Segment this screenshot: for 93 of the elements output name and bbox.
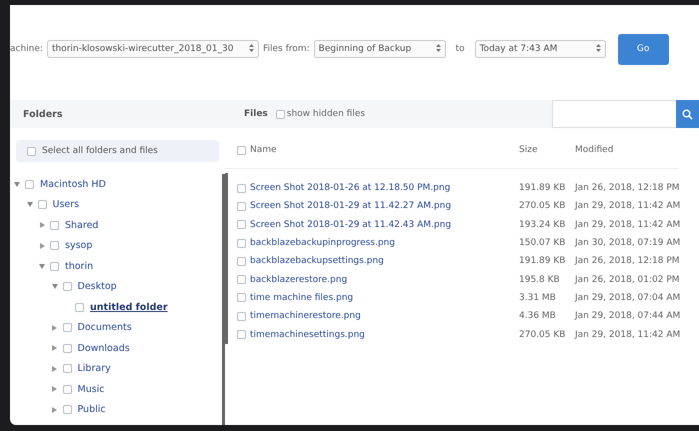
column-header[interactable]: Modified	[575, 145, 679, 155]
folder-name[interactable]: untitled folder	[90, 302, 168, 313]
checkbox[interactable]	[237, 238, 246, 248]
field-label: to	[456, 44, 465, 54]
stepper-icon	[436, 44, 441, 54]
file-size: 193.24 KB	[519, 220, 566, 230]
file-name[interactable]: Screen Shot 2018-01-29 at 11.42.27 AM.png	[250, 201, 519, 212]
modified-date: Jan 29, 2018, 07:44 AM	[575, 311, 682, 322]
field-label: Files from:	[262, 44, 310, 54]
search-icon	[682, 108, 693, 120]
search-field[interactable]	[552, 100, 676, 128]
checkbox[interactable]	[237, 184, 246, 193]
folder-name[interactable]: thorin	[65, 260, 94, 272]
panel-title: Folders	[23, 108, 64, 120]
checkbox[interactable]	[237, 220, 246, 230]
dropdown[interactable]: Beginning of Backup	[314, 40, 446, 58]
file-name[interactable]: Screen Shot 2018-01-29 at 11.42.43 AM.png	[250, 220, 519, 230]
modified-date: Jan 29, 2018, 11:42 AM	[575, 201, 682, 212]
panel-title: Files	[244, 109, 268, 119]
file-name[interactable]: timemachinesettings.png	[250, 330, 519, 340]
file-name[interactable]: backblazebackupsettings.png	[250, 256, 519, 266]
collapsed-caret-icon[interactable]	[52, 366, 57, 372]
stepper-icon	[248, 44, 254, 54]
expanded-caret-icon[interactable]	[26, 202, 32, 208]
collapsed-caret-icon[interactable]	[40, 242, 44, 249]
collapsed-caret-icon[interactable]	[52, 386, 57, 392]
checkbox[interactable]	[62, 323, 72, 332]
file-size: 270.05 KB	[519, 201, 566, 212]
checkbox[interactable]	[62, 405, 72, 414]
go-button[interactable]: Go	[618, 34, 669, 64]
folder-name[interactable]: Downloads	[78, 342, 130, 354]
search-button[interactable]	[676, 100, 699, 128]
checkbox[interactable]	[62, 282, 72, 292]
file-size: 150.07 KB	[519, 238, 566, 248]
collapsed-caret-icon[interactable]	[52, 324, 57, 331]
file-size: 191.89 KB	[519, 183, 566, 194]
expanded-caret-icon[interactable]	[39, 264, 45, 269]
file-name[interactable]: Screen Shot 2018-01-26 at 12.18.50 PM.png	[250, 183, 519, 194]
column-header[interactable]: Name	[250, 145, 519, 155]
expanded-caret-icon[interactable]	[52, 284, 58, 290]
checkbox[interactable]	[276, 110, 285, 118]
column-header[interactable]: Size	[519, 145, 575, 155]
folder-name[interactable]: Public	[78, 404, 106, 416]
file-size: 3.31 MB	[519, 292, 557, 303]
file-name[interactable]: backblazerestore.png	[250, 274, 519, 285]
checkbox[interactable]	[75, 302, 84, 312]
file-size: 195.8 KB	[519, 274, 561, 285]
folder-name[interactable]: Library	[78, 363, 111, 374]
stepper-icon	[596, 44, 601, 54]
modified-date: Jan 29, 2018, 11:42 AM	[575, 220, 682, 230]
modified-date: Jan 26, 2018, 12:18 PM	[575, 256, 681, 266]
checkbox[interactable]	[25, 180, 34, 189]
collapsed-caret-icon[interactable]	[52, 406, 57, 413]
modified-date: Jan 29, 2018, 07:04 AM	[575, 292, 682, 303]
checkbox[interactable]	[237, 256, 246, 266]
modified-date: Jan 26, 2018, 01:02 PM	[575, 274, 681, 285]
folder-name[interactable]: Users	[52, 199, 80, 210]
checkbox[interactable]	[237, 312, 246, 321]
checkbox[interactable]	[50, 241, 59, 250]
file-name[interactable]: time machine files.png	[250, 292, 519, 303]
checkbox[interactable]	[62, 344, 72, 353]
field-label: achine:	[10, 44, 43, 54]
file-size: 4.36 MB	[519, 311, 557, 322]
folder-name[interactable]: Documents	[78, 322, 132, 334]
checkbox[interactable]	[62, 384, 72, 394]
checkbox[interactable]	[50, 262, 59, 271]
checkbox[interactable]	[62, 364, 72, 374]
checkbox-label[interactable]: show hidden files	[286, 109, 366, 119]
modified-date: Jan 26, 2018, 12:18 PM	[575, 183, 681, 194]
file-name[interactable]: timemachinerestore.png	[250, 311, 519, 322]
folder-name[interactable]: Macintosh HD	[40, 178, 106, 190]
checkbox[interactable]	[237, 146, 246, 154]
dropdown[interactable]: Today at 7:43 AM	[474, 40, 606, 58]
expanded-caret-icon[interactable]	[14, 182, 20, 187]
collapsed-caret-icon[interactable]	[40, 222, 44, 228]
checkbox[interactable]	[50, 220, 59, 230]
checkbox[interactable]	[237, 202, 246, 211]
collapsed-caret-icon[interactable]	[52, 345, 57, 352]
checkbox[interactable]	[27, 146, 36, 156]
file-size: 270.05 KB	[519, 330, 566, 340]
dropdown[interactable]: thorin-klosowski-wirecutter_2018_01_30	[46, 40, 259, 58]
checkbox[interactable]	[237, 330, 246, 340]
modified-date: Jan 29, 2018, 11:42 AM	[575, 330, 682, 340]
file-name[interactable]: backblazebackupinprogress.png	[250, 238, 519, 248]
folder-name[interactable]: sysop	[65, 240, 92, 252]
folder-name[interactable]: Shared	[65, 220, 98, 231]
checkbox[interactable]	[237, 293, 246, 302]
checkbox[interactable]	[38, 200, 46, 210]
folder-name[interactable]: Desktop	[78, 281, 117, 292]
folder-name[interactable]: Music	[78, 384, 105, 395]
checkbox[interactable]	[237, 275, 246, 284]
modified-date: Jan 30, 2018, 07:19 AM	[575, 238, 682, 248]
file-size: 191.89 KB	[519, 256, 566, 266]
